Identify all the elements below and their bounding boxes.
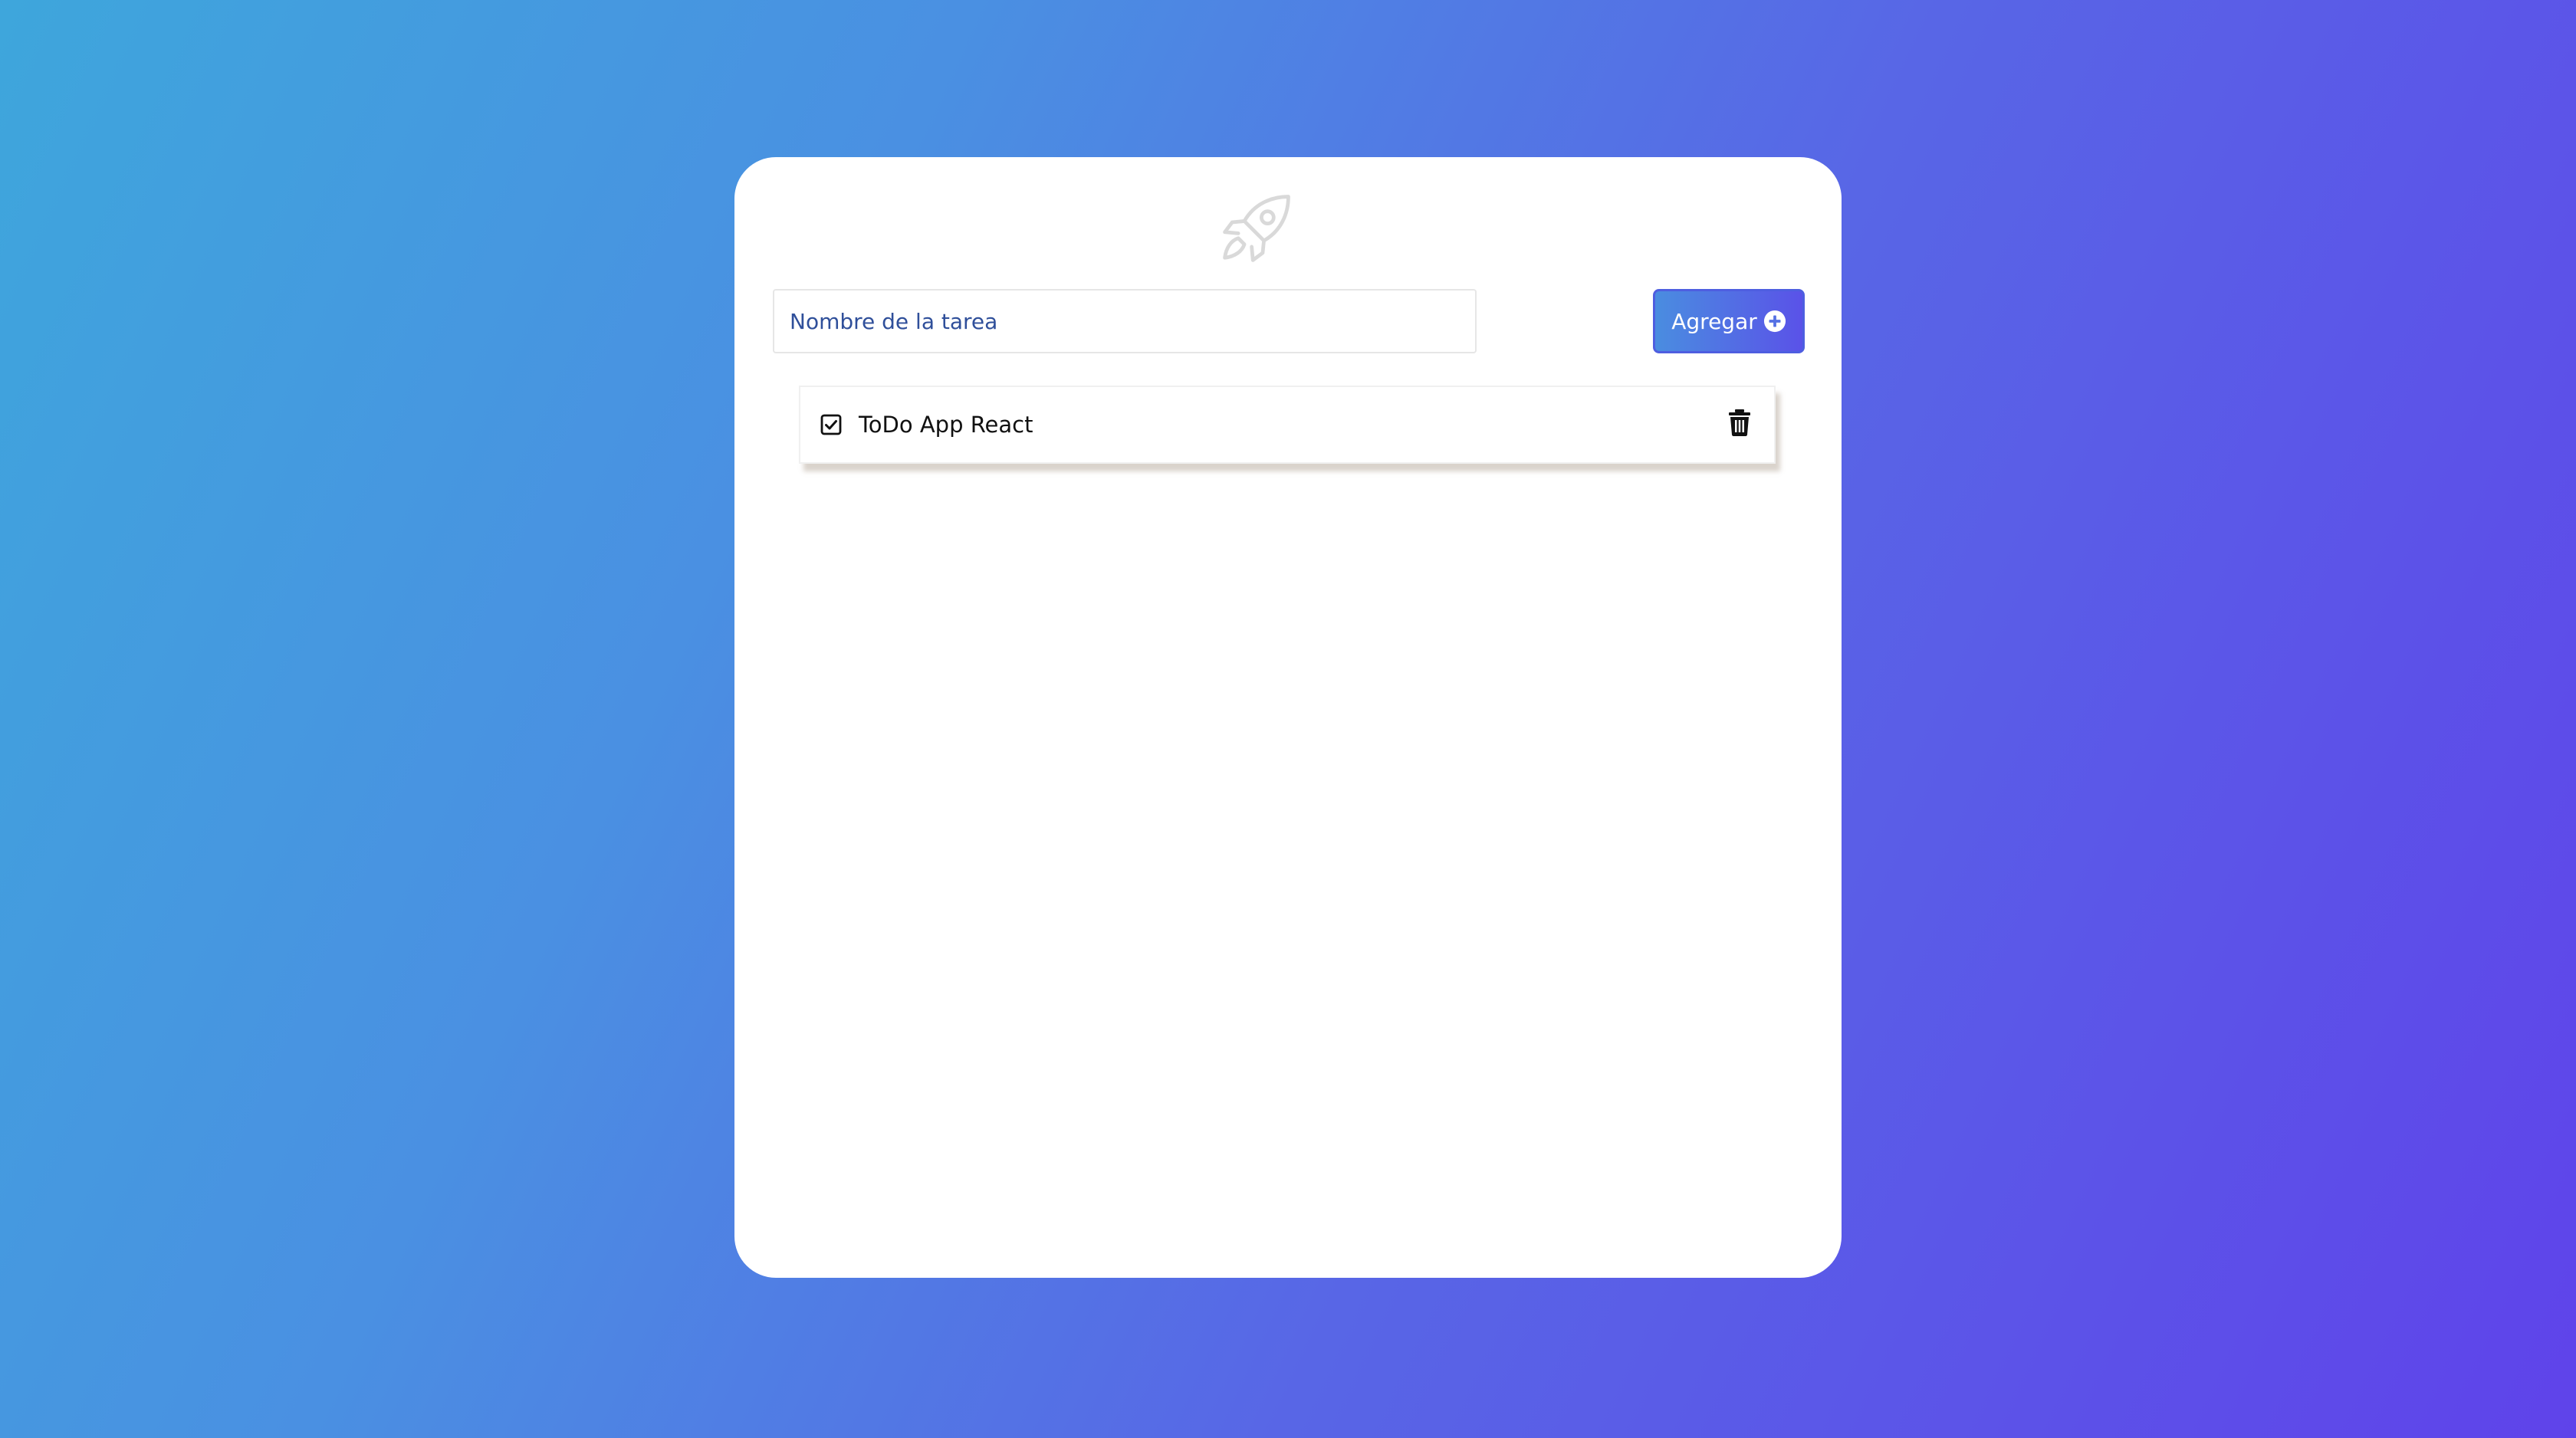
- task-item: ToDo App React: [799, 386, 1776, 464]
- trash-icon[interactable]: [1728, 409, 1751, 436]
- todo-card: Agregar ToDo App React: [734, 157, 1842, 1278]
- task-name-input[interactable]: [773, 289, 1477, 353]
- checkbox-checked-icon[interactable]: [820, 414, 842, 435]
- add-button-label: Agregar: [1671, 308, 1757, 334]
- add-task-button[interactable]: Agregar: [1653, 289, 1805, 353]
- plus-circle-icon: [1763, 310, 1786, 333]
- task-label: ToDo App React: [859, 412, 1033, 438]
- rocket-icon: [1217, 189, 1296, 268]
- task-list: ToDo App React: [799, 386, 1776, 464]
